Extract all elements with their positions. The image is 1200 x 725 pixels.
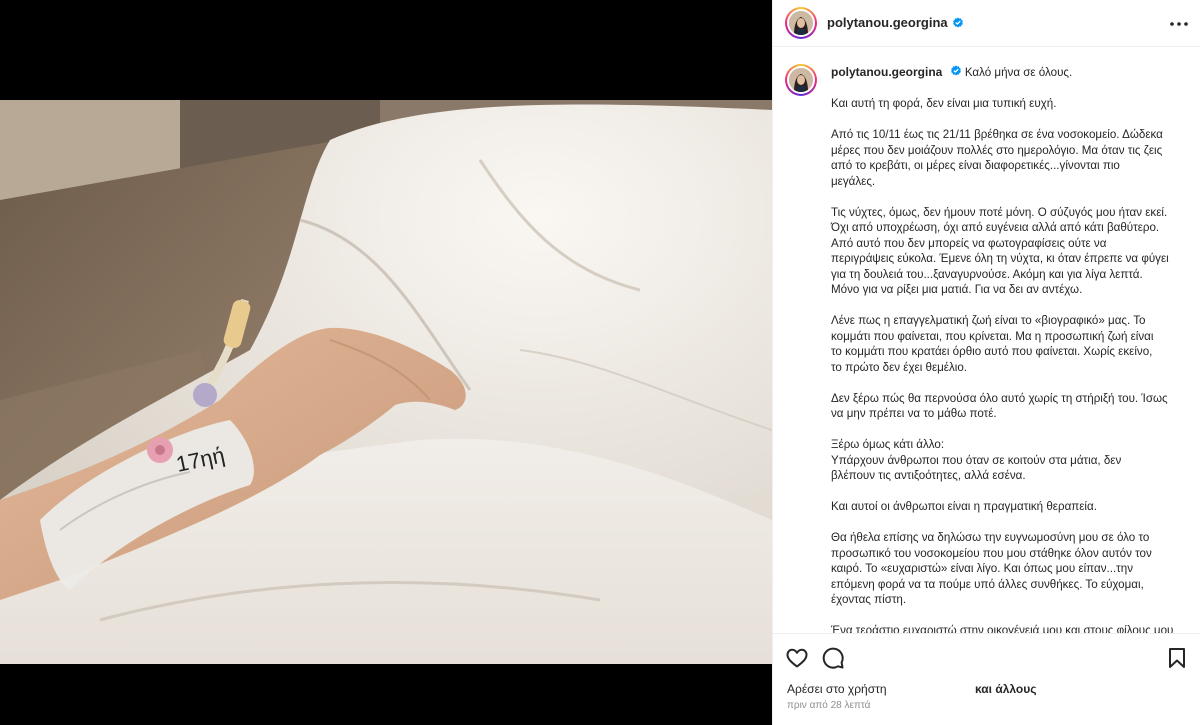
caption-paragraph: Θα ήθελα επίσης να δηλώσω την ευγνωμοσύν… [831,531,1152,606]
like-button[interactable] [785,646,809,670]
caption-section[interactable]: polytanou.georgina Καλό μήνα σε όλους. Κ… [773,48,1200,633]
post-timestamp[interactable]: πριν από 28 λεπτά [787,700,870,711]
caption-paragraph: Ένα τεράστιο ευχαριστώ στην οικογένειά μ… [831,624,1174,633]
caption-paragraph: Τις νύχτες, όμως, δεν ήμουν ποτέ μόνη. Ο… [831,205,1169,297]
caption-text: polytanou.georgina Καλό μήνα σε όλους. Κ… [831,64,1185,633]
caption-paragraph: Και αυτή τη φορά, δεν είναι μια τυπική ε… [831,97,1057,110]
story-ring[interactable] [785,7,817,39]
more-options-button[interactable] [1167,12,1191,36]
caption: polytanou.georgina Καλό μήνα σε όλους. Κ… [785,64,1189,633]
liked-by-label: Αρέσει στο χρήστη [787,682,887,696]
comment-bubble-icon [822,647,844,669]
caption-greeting: Καλό μήνα σε όλους. [964,66,1073,79]
post-side-panel: polytanou.georgina polytanou.georgina Κα… [772,0,1200,725]
hospital-hand-photo: 17ηή [0,100,772,664]
comment-button[interactable] [821,646,845,670]
avatar [789,11,813,35]
caption-verified-badge-icon [950,65,961,76]
bookmark-icon [1169,648,1185,668]
post-media: 17ηή [0,0,772,725]
caption-paragraph: Λένε πως η επαγγελματική ζωή είναι το «β… [831,314,1154,374]
post-header: polytanou.georgina [773,0,1200,47]
post-photo[interactable]: 17ηή [0,100,772,664]
caption-username[interactable]: polytanou.georgina [831,65,942,79]
caption-paragraph: Ξέρω όμως κάτι άλλο: Υπάρχουν άνθρωποι π… [831,438,1122,482]
more-horizontal-icon [1170,22,1188,26]
heart-icon [786,648,808,668]
verified-badge-icon [952,17,963,28]
caption-paragraph: Και αυτοί οι άνθρωποι είναι η πραγματική… [831,500,1097,513]
caption-avatar [789,68,813,92]
caption-paragraph: Από τις 10/11 έως τις 21/11 βρέθηκα σε έ… [831,128,1163,188]
header-username[interactable]: polytanou.georgina [827,15,948,31]
others-link[interactable]: και άλλους [975,682,1036,696]
likes-summary[interactable]: Αρέσει στο χρήστη και άλλους [787,682,1187,696]
instagram-post: 17ηή polytanou.georgina polytanou.georgi… [0,0,1200,725]
post-actions: Αρέσει στο χρήστη και άλλους πριν από 28 … [773,633,1200,725]
caption-first-line: polytanou.georgina Καλό μήνα σε όλους. [831,64,1185,81]
save-button[interactable] [1165,646,1189,670]
caption-story-ring[interactable] [785,64,817,96]
caption-paragraph: Δεν ξέρω πώς θα περνούσα όλο αυτό χωρίς … [831,391,1168,421]
